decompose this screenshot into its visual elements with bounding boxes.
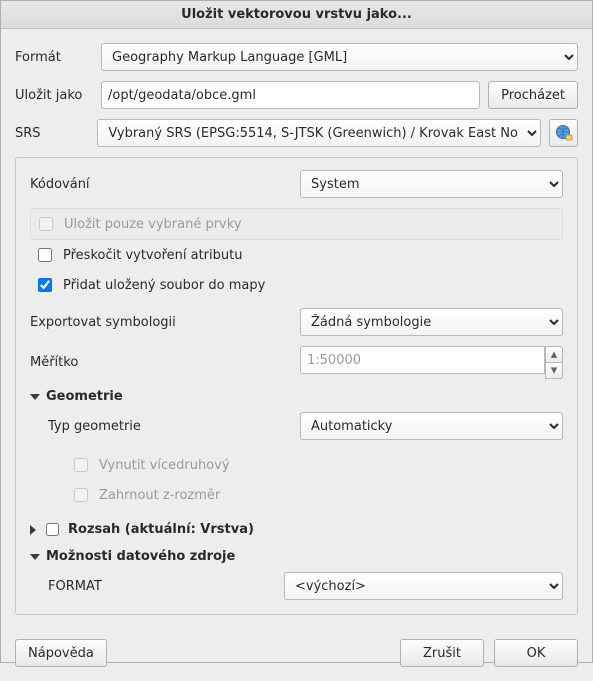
options-panel: Kódování System Uložit pouze vybrané prv… — [15, 157, 578, 615]
add-to-map-row[interactable]: Přidat uložený soubor do mapy — [30, 270, 563, 300]
export-symbology-label: Exportovat symbologii — [30, 315, 300, 330]
chevron-down-icon: ▾ — [551, 363, 558, 378]
chevron-down-icon — [30, 554, 40, 560]
encoding-label: Kódování — [30, 177, 300, 192]
encoding-select[interactable]: System — [300, 170, 563, 198]
save-as-label: Uložit jako — [15, 88, 93, 103]
add-to-map-checkbox[interactable] — [38, 278, 52, 292]
include-z-row: Zahrnout z-rozměr — [66, 480, 563, 510]
include-z-label: Zahrnout z-rozměr — [99, 488, 220, 503]
geometry-type-label: Typ geometrie — [48, 419, 300, 434]
geometry-section-toggle[interactable]: Geometrie — [30, 389, 563, 404]
add-to-map-label: Přidat uložený soubor do mapy — [63, 278, 265, 293]
format-option-label: FORMAT — [48, 579, 284, 594]
save-as-input[interactable] — [101, 81, 480, 109]
datasource-head-label: Možnosti datového zdroje — [46, 549, 235, 564]
force-multi-checkbox — [74, 458, 88, 472]
scale-label: Měřítko — [30, 355, 300, 370]
save-selected-label: Uložit pouze vybrané prvky — [64, 217, 242, 232]
save-selected-row: Uložit pouze vybrané prvky — [30, 208, 563, 240]
srs-picker-button[interactable] — [549, 119, 578, 147]
srs-label: SRS — [15, 126, 89, 141]
skip-attr-row[interactable]: Přeskočit vytvoření atributu — [30, 240, 563, 270]
force-multi-label: Vynutit vícedruhový — [99, 458, 230, 473]
extent-head-label: Rozsah (aktuální: Vrstva) — [68, 522, 254, 537]
format-option-select[interactable]: <výchozí> — [284, 572, 563, 600]
extent-section-toggle[interactable]: Rozsah (aktuální: Vrstva) — [30, 520, 563, 539]
extent-checkbox[interactable] — [46, 523, 59, 536]
window-title: Uložit vektorovou vrstvu jako... — [1, 1, 592, 29]
skip-attr-checkbox[interactable] — [38, 248, 52, 262]
format-label: Formát — [15, 50, 93, 65]
chevron-right-icon — [30, 525, 36, 535]
scale-input — [300, 346, 545, 374]
save-selected-checkbox — [39, 217, 53, 231]
include-z-checkbox — [74, 488, 88, 502]
chevron-up-icon: ▴ — [551, 347, 558, 362]
geometry-type-select[interactable]: Automaticky — [300, 412, 563, 440]
scale-down-button[interactable]: ▾ — [545, 362, 563, 379]
export-symbology-select[interactable]: Žádná symbologie — [300, 308, 563, 336]
scale-up-button[interactable]: ▴ — [545, 346, 563, 362]
browse-button[interactable]: Procházet — [488, 81, 578, 109]
geometry-head-label: Geometrie — [46, 389, 123, 404]
datasource-section-toggle[interactable]: Možnosti datového zdroje — [30, 549, 563, 564]
srs-select[interactable]: Vybraný SRS (EPSG:5514, S-JTSK (Greenwic… — [97, 119, 541, 147]
skip-attr-label: Přeskočit vytvoření atributu — [63, 248, 242, 263]
globe-icon — [555, 124, 573, 142]
force-multi-row: Vynutit vícedruhový — [66, 450, 563, 480]
format-select[interactable]: Geography Markup Language [GML] — [101, 43, 578, 71]
chevron-down-icon — [30, 394, 40, 400]
